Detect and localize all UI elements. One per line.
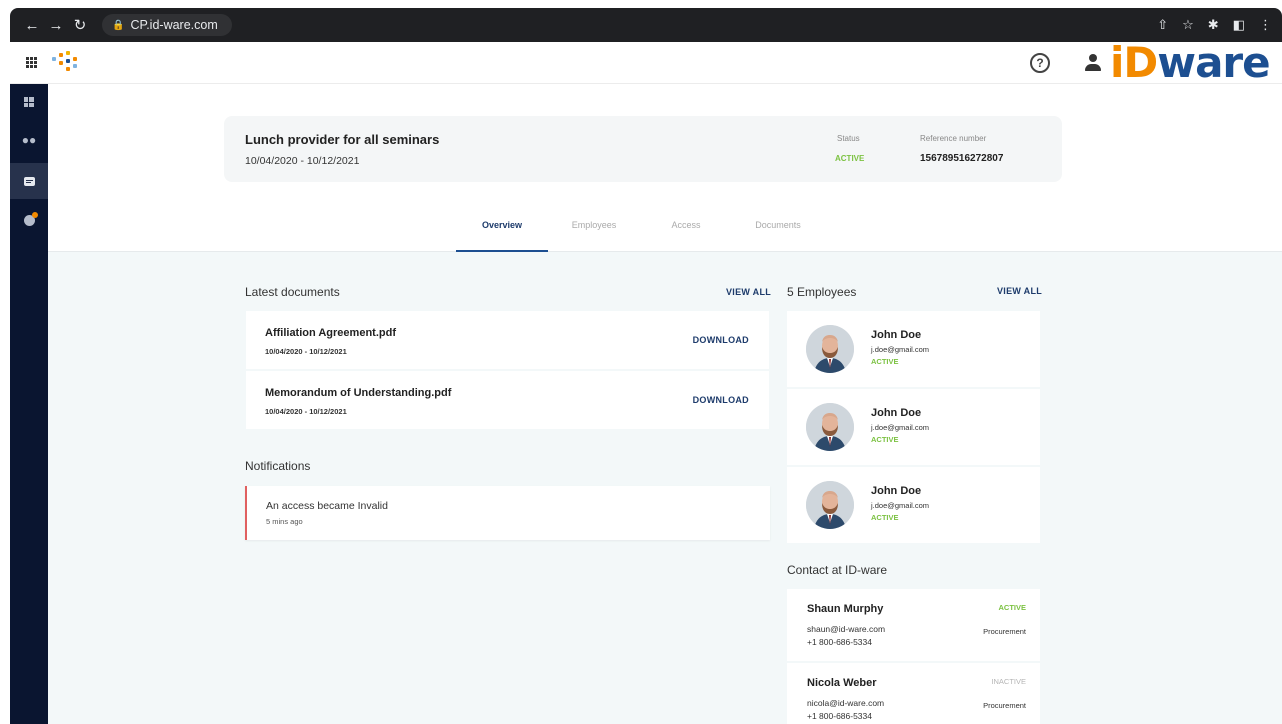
contact-phone: +1 800-686-5334: [807, 637, 872, 647]
document-dates: 10/04/2020 - 10/12/2021: [265, 347, 347, 356]
tab-access[interactable]: Access: [640, 206, 732, 252]
people-icon: ●●: [21, 133, 37, 147]
url-text: CP.id-ware.com: [130, 18, 218, 32]
browser-actions: ⇧ ☆ ✱ ◧ ⋮: [1157, 17, 1272, 33]
reference-number: 156789516272807: [920, 153, 1004, 164]
dashboard-icon: [24, 97, 34, 107]
menu-icon[interactable]: ⋮: [1259, 17, 1272, 33]
star-icon[interactable]: ☆: [1182, 17, 1194, 33]
status-badge: ACTIVE: [998, 603, 1026, 612]
project-dates: 10/04/2020 - 10/12/2021: [245, 155, 360, 167]
notification-time: 5 mins ago: [266, 517, 303, 526]
document-icon: [23, 176, 35, 186]
employee-name: John Doe: [871, 485, 922, 497]
employee-email: j.doe@gmail.com: [871, 345, 930, 354]
info-icon: [23, 211, 38, 226]
contacts-title: Contact at ID-ware: [787, 563, 888, 577]
user-icon[interactable]: [1084, 54, 1102, 72]
help-icon[interactable]: ?: [1030, 53, 1050, 73]
employees-title: 5 Employees: [787, 285, 857, 299]
contact-department: Procurement: [983, 701, 1026, 710]
sidebar-item-dashboard[interactable]: [10, 84, 48, 120]
latest-documents-title: Latest documents: [245, 285, 340, 299]
sidepanel-icon[interactable]: ◧: [1233, 17, 1245, 33]
status-badge: ACTIVE: [871, 435, 899, 444]
contact-card[interactable]: Nicola Weber INACTIVE nicola@id-ware.com…: [787, 663, 1040, 724]
brand-prefix: iD: [1110, 38, 1158, 87]
document-name: Memorandum of Understanding.pdf: [265, 387, 452, 399]
tab-bar: Overview Employees Access Documents: [456, 206, 824, 252]
employee-name: John Doe: [871, 329, 922, 341]
address-bar[interactable]: 🔒 CP.id-ware.com: [102, 14, 232, 36]
download-button[interactable]: DOWNLOAD: [693, 395, 749, 405]
notification-text: An access became Invalid: [266, 500, 388, 512]
project-summary-card: Lunch provider for all seminars 10/04/20…: [224, 116, 1062, 182]
contact-email: shaun@id-ware.com: [807, 624, 886, 634]
sidebar-item-people[interactable]: ●●: [10, 122, 48, 158]
contact-name: Shaun Murphy: [807, 603, 884, 615]
avatar: [806, 481, 854, 529]
document-item[interactable]: Affiliation Agreement.pdf 10/04/2020 - 1…: [246, 311, 769, 369]
tab-documents[interactable]: Documents: [732, 206, 824, 252]
documents-view-all-link[interactable]: VIEW ALL: [726, 287, 771, 297]
download-button[interactable]: DOWNLOAD: [693, 335, 749, 345]
status-badge: INACTIVE: [991, 677, 1026, 686]
employee-email: j.doe@gmail.com: [871, 501, 930, 510]
tab-overview[interactable]: Overview: [456, 206, 548, 252]
sidebar-item-info[interactable]: [10, 202, 48, 238]
project-title: Lunch provider for all seminars: [245, 132, 440, 147]
employee-card[interactable]: John Doe j.doe@gmail.com ACTIVE: [787, 389, 1040, 465]
status-label: Status: [837, 134, 860, 143]
avatar: [806, 403, 854, 451]
logo-icon[interactable]: [52, 51, 80, 73]
employee-email: j.doe@gmail.com: [871, 423, 930, 432]
employee-card[interactable]: John Doe j.doe@gmail.com ACTIVE: [787, 467, 1040, 543]
employees-view-all-link[interactable]: VIEW ALL: [997, 286, 1042, 296]
contact-name: Nicola Weber: [807, 677, 877, 689]
status-badge: ACTIVE: [871, 513, 899, 522]
contact-card[interactable]: Shaun Murphy ACTIVE shaun@id-ware.com +1…: [787, 589, 1040, 661]
notification-item[interactable]: An access became Invalid 5 mins ago: [245, 486, 770, 540]
employee-name: John Doe: [871, 407, 922, 419]
sidebar: ●●: [10, 84, 48, 724]
browser-toolbar: ← → ↻ 🔒 CP.id-ware.com ⇧ ☆ ✱ ◧ ⋮: [10, 8, 1282, 42]
status-badge: ACTIVE: [871, 357, 899, 366]
reference-label: Reference number: [920, 134, 987, 143]
contact-department: Procurement: [983, 627, 1026, 636]
brand-logo: iDware: [1110, 42, 1271, 84]
share-icon[interactable]: ⇧: [1157, 17, 1168, 33]
contact-phone: +1 800-686-5334: [807, 711, 872, 721]
apps-grid-icon[interactable]: [26, 57, 37, 68]
reload-icon[interactable]: ↻: [68, 16, 92, 34]
brand-suffix: ware: [1157, 38, 1270, 87]
sidebar-item-documents[interactable]: [10, 163, 48, 199]
employee-card[interactable]: John Doe j.doe@gmail.com ACTIVE: [787, 311, 1040, 387]
status-badge: ACTIVE: [835, 154, 865, 163]
contact-email: nicola@id-ware.com: [807, 698, 885, 708]
forward-icon[interactable]: →: [44, 17, 68, 34]
document-dates: 10/04/2020 - 10/12/2021: [265, 407, 347, 416]
extensions-icon[interactable]: ✱: [1208, 17, 1219, 33]
avatar: [806, 325, 854, 373]
document-name: Affiliation Agreement.pdf: [265, 327, 396, 339]
lock-icon: 🔒: [112, 19, 125, 31]
notifications-title: Notifications: [245, 459, 311, 473]
document-item[interactable]: Memorandum of Understanding.pdf 10/04/20…: [246, 371, 769, 429]
app-header: ? iDware: [10, 42, 1282, 84]
browser-chrome: ← → ↻ 🔒 CP.id-ware.com ⇧ ☆ ✱ ◧ ⋮: [0, 0, 1282, 42]
back-icon[interactable]: ←: [20, 17, 44, 34]
tab-employees[interactable]: Employees: [548, 206, 640, 252]
